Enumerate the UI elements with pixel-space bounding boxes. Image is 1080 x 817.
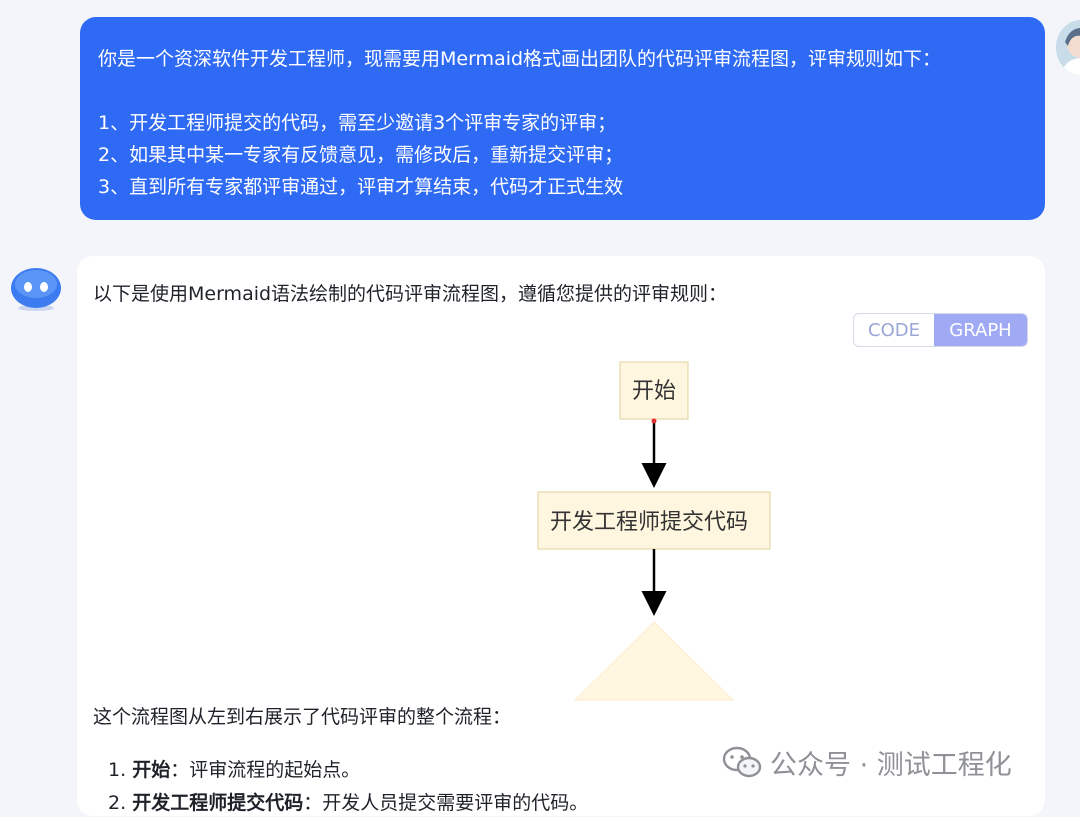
edge-start-submit bbox=[641, 418, 667, 488]
list-number: 2. bbox=[108, 792, 127, 814]
node-start-label: 开始 bbox=[632, 379, 676, 404]
list-desc: ：评审流程的起始点。 bbox=[170, 759, 361, 781]
user-avatar[interactable] bbox=[1056, 20, 1080, 75]
user-message-intro: 你是一个资深软件开发工程师，现需要用Mermaid格式画出团队的代码评审流程图，… bbox=[98, 48, 942, 70]
list-item: 1. 开始：评审流程的起始点。 bbox=[108, 756, 360, 784]
node-submit-label: 开发工程师提交代码 bbox=[550, 510, 748, 535]
wechat-icon bbox=[722, 746, 762, 778]
answer-intro: 以下是使用Mermaid语法绘制的代码评审流程图，遵循您提供的评审规则： bbox=[93, 283, 728, 305]
list-number: 1. bbox=[108, 759, 127, 781]
node-decision bbox=[573, 621, 735, 701]
user-rule-2: 2、如果其中某一专家有反馈意见，需修改后，重新提交评审； bbox=[98, 144, 624, 166]
flowchart-diagram: 开始 开发工程师提交代码 bbox=[537, 361, 771, 701]
list-desc: ：开发人员提交需要评审的代码。 bbox=[303, 792, 589, 814]
diagram-summary: 这个流程图从左到右展示了代码评审的整个流程： bbox=[93, 706, 512, 728]
bot-avatar bbox=[9, 266, 63, 312]
graph-tab[interactable]: GRAPH bbox=[934, 314, 1027, 346]
code-tab[interactable]: CODE bbox=[854, 314, 934, 346]
watermark-text: 公众号 · 测试工程化 bbox=[770, 749, 1012, 781]
list-term: 开发工程师提交代码 bbox=[132, 792, 304, 814]
list-item: 2. 开发工程师提交代码：开发人员提交需要评审的代码。 bbox=[108, 789, 588, 817]
node-start: 开始 bbox=[619, 361, 689, 420]
list-term: 开始 bbox=[132, 759, 171, 781]
robot-icon bbox=[11, 268, 61, 311]
watermark: 公众号 · 测试工程化 bbox=[722, 742, 1012, 782]
view-toggle[interactable]: CODE GRAPH bbox=[853, 313, 1028, 347]
user-rule-3: 3、直到所有专家都评审通过，评审才算结束，代码才正式生效 bbox=[98, 176, 624, 198]
user-message-bubble: 你是一个资深软件开发工程师，现需要用Mermaid格式画出团队的代码评审流程图，… bbox=[80, 17, 1045, 220]
user-avatar-image bbox=[1056, 20, 1080, 75]
user-rule-1: 1、开发工程师提交的代码，需至少邀请3个评审专家的评审； bbox=[98, 112, 617, 134]
node-submit: 开发工程师提交代码 bbox=[537, 491, 771, 550]
